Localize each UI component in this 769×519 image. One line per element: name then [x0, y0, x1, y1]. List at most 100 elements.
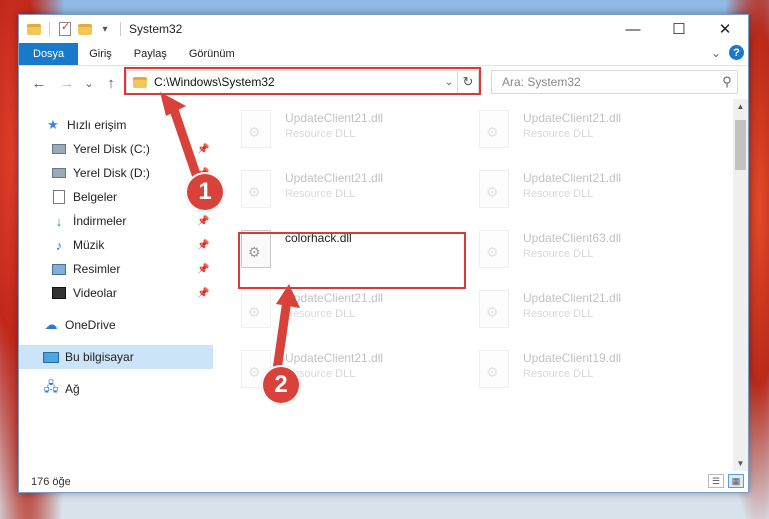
tab-giris[interactable]: Giriş: [78, 43, 123, 65]
sidebar-item-label: Müzik: [73, 238, 105, 252]
address-bar[interactable]: C:\Windows\System32 ⌄ ↻: [126, 70, 479, 94]
maximize-button[interactable]: ☐: [656, 15, 702, 43]
pin-icon[interactable]: 📌: [197, 288, 209, 299]
file-type: Resource DLL: [523, 188, 594, 200]
recent-locations-icon[interactable]: ⌄: [79, 77, 99, 90]
scrollbar-thumb[interactable]: [735, 120, 746, 170]
refresh-icon[interactable]: ↻: [457, 71, 478, 93]
file-explorer-window: ▾ System32 — ☐ ✕ Dosya Giriş Paylaş Görü…: [18, 14, 749, 493]
pin-icon[interactable]: 📌: [197, 216, 209, 227]
sidebar-item-network[interactable]: 🖧 Ağ: [19, 377, 213, 401]
file-type: Resource DLL: [285, 128, 356, 140]
documents-icon: [51, 189, 67, 205]
file-name: colorhack.dll: [285, 231, 352, 245]
sidebar-item-label: Belgeler: [73, 190, 118, 204]
file-name: UpdateClient21.dll: [285, 291, 384, 305]
file-type: Resource DLL: [285, 308, 356, 320]
file-item-colorhack[interactable]: colorhack.dll: [233, 221, 463, 277]
scroll-down-icon[interactable]: ▼: [733, 456, 748, 471]
sidebar-item-videos[interactable]: Videolar 📌: [19, 281, 213, 305]
window-title: System32: [129, 22, 183, 36]
file-item[interactable]: UpdateClient21.dll Resource DLL: [233, 161, 463, 217]
computer-icon: [43, 349, 59, 365]
file-item[interactable]: UpdateClient21.dll Resource DLL: [233, 281, 463, 337]
sidebar-item-documents[interactable]: Belgeler 📌: [19, 185, 213, 209]
navigation-bar: ← → ⌄ ↑ C:\Windows\System32 ⌄ ↻ Ara: Sys…: [19, 66, 748, 100]
large-icons-view-icon[interactable]: ▦: [728, 474, 744, 488]
search-input[interactable]: Ara: System32 ⚲: [491, 70, 738, 94]
content-area: ★ Hızlı erişim Yerel Disk (C:) 📌 Yerel D…: [19, 99, 748, 471]
sidebar-item-label: Videolar: [73, 286, 117, 300]
sidebar-item-label: Bu bilgisayar: [65, 350, 134, 364]
sidebar-item-label: Ağ: [65, 382, 80, 396]
dll-file-icon: [241, 290, 271, 328]
scroll-up-icon[interactable]: ▲: [733, 99, 748, 114]
cloud-icon: ☁: [44, 317, 58, 332]
file-name: UpdateClient19.dll: [523, 351, 622, 365]
new-folder-icon[interactable]: [78, 22, 92, 36]
music-icon: ♪: [55, 237, 63, 253]
file-item[interactable]: UpdateClient21.dll Resource DLL: [471, 101, 701, 157]
file-item[interactable]: UpdateClient19.dll Resource DLL: [471, 341, 701, 397]
sidebar-item-label: İndirmeler: [73, 214, 127, 228]
pictures-icon: [51, 261, 67, 277]
sidebar-item-local-disk-c[interactable]: Yerel Disk (C:) 📌: [19, 137, 213, 161]
videos-icon: [51, 285, 67, 301]
sidebar-item-onedrive[interactable]: ☁ OneDrive: [19, 313, 213, 337]
file-item[interactable]: UpdateClient21.dll Resource DLL: [471, 281, 701, 337]
dll-file-icon: [241, 170, 271, 208]
pin-icon[interactable]: 📌: [197, 144, 209, 155]
sidebar-item-music[interactable]: ♪ Müzik 📌: [19, 233, 213, 257]
file-type: Resource DLL: [523, 248, 594, 260]
expand-ribbon-icon[interactable]: ⌄: [711, 46, 721, 60]
address-dropdown-icon[interactable]: ⌄: [441, 77, 457, 88]
vertical-scrollbar[interactable]: ▲ ▼: [733, 99, 748, 471]
file-type: Resource DLL: [285, 188, 356, 200]
up-arrow-icon[interactable]: ↑: [101, 75, 121, 92]
dll-file-icon: [479, 290, 509, 328]
file-name: UpdateClient21.dll: [523, 291, 622, 305]
details-view-icon[interactable]: ☰: [708, 474, 724, 488]
file-type: Resource DLL: [523, 308, 594, 320]
window-controls: — ☐ ✕: [610, 15, 748, 43]
sidebar-item-label: Hızlı erişim: [67, 118, 127, 132]
minimize-button[interactable]: —: [610, 15, 656, 43]
tab-dosya[interactable]: Dosya: [19, 43, 79, 65]
dll-file-icon: [241, 110, 271, 148]
help-icon[interactable]: ?: [729, 45, 744, 60]
dll-file-icon: [479, 350, 509, 388]
customize-toolbar-icon[interactable]: ▾: [98, 22, 112, 36]
close-button[interactable]: ✕: [702, 15, 748, 43]
navigation-pane: ★ Hızlı erişim Yerel Disk (C:) 📌 Yerel D…: [19, 99, 213, 471]
pin-icon[interactable]: 📌: [197, 240, 209, 251]
sidebar-item-this-pc[interactable]: Bu bilgisayar: [19, 345, 213, 369]
sidebar-item-label: Resimler: [73, 262, 121, 276]
back-arrow-icon[interactable]: ←: [29, 75, 49, 92]
sidebar-item-pictures[interactable]: Resimler 📌: [19, 257, 213, 281]
dll-file-icon: [241, 230, 271, 268]
drive-icon: [51, 165, 67, 181]
pin-icon[interactable]: 📌: [197, 264, 209, 275]
star-icon: ★: [47, 117, 59, 132]
sidebar-item-downloads[interactable]: ↓ İndirmeler 📌: [19, 209, 213, 233]
properties-icon[interactable]: [58, 20, 72, 36]
tab-paylas[interactable]: Paylaş: [123, 43, 178, 65]
download-icon: ↓: [55, 213, 63, 229]
item-count: 176 öğe: [31, 475, 71, 488]
sidebar-item-label: Yerel Disk (C:): [73, 142, 150, 156]
title-bar: ▾ System32 — ☐ ✕: [19, 15, 748, 43]
file-item[interactable]: UpdateClient21.dll Resource DLL: [233, 101, 463, 157]
address-path[interactable]: C:\Windows\System32: [154, 75, 441, 89]
forward-arrow-icon[interactable]: →: [57, 75, 77, 92]
tab-gorunum[interactable]: Görünüm: [178, 43, 246, 65]
file-item[interactable]: UpdateClient63.dll Resource DLL: [471, 221, 701, 277]
file-item[interactable]: UpdateClient21.dll Resource DLL: [471, 161, 701, 217]
sidebar-item-label: OneDrive: [65, 318, 116, 332]
step-1-badge: 1: [185, 172, 225, 212]
search-icon[interactable]: ⚲: [717, 74, 737, 90]
sidebar-item-quick-access[interactable]: ★ Hızlı erişim: [19, 113, 213, 137]
sidebar-item-local-disk-d[interactable]: Yerel Disk (D:) 📌: [19, 161, 213, 185]
file-name: UpdateClient21.dll: [523, 111, 622, 125]
file-name: UpdateClient21.dll: [285, 171, 384, 185]
folder-icon: [133, 76, 147, 88]
